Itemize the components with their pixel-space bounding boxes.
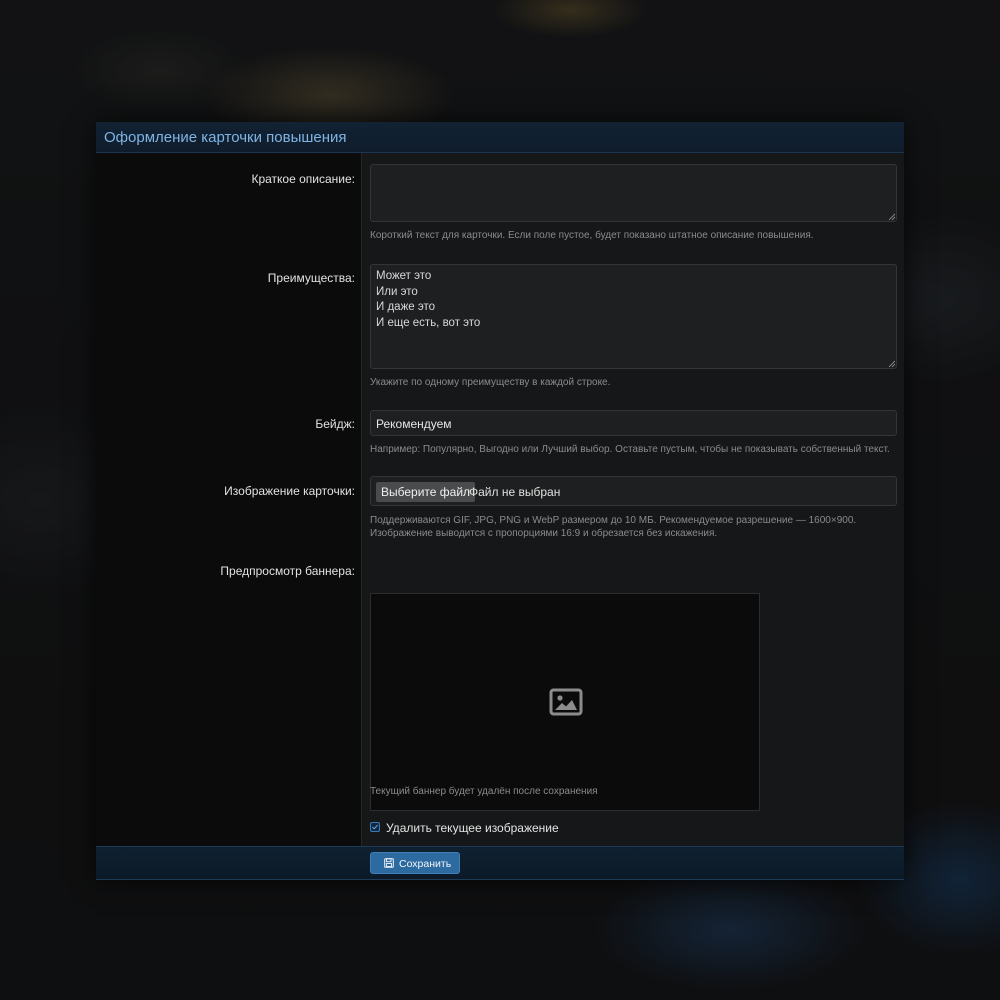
resize-grip-icon[interactable] [888,213,895,220]
card-image-hint-2: Изображение выводится с пропорциями 16:9… [370,528,718,539]
card-image-label: Изображение карточки: [224,484,355,498]
advantages-hint: Укажите по одному преимуществу в каждой … [370,377,611,388]
save-button-label: Сохранить [399,858,452,870]
short-description-value [376,169,891,185]
save-icon [384,858,394,868]
short-description-textarea[interactable] [370,164,897,222]
card-image-hint-1: Поддерживаются GIF, JPG, PNG и WebP разм… [370,515,857,526]
advantages-label: Преимущества: [267,271,355,285]
advantages-textarea[interactable]: Может это Или это И даже это И еще есть,… [370,264,897,369]
short-description-hint: Короткий текст для карточки. Если поле п… [370,230,814,241]
check-icon [372,824,378,830]
advantage-line: Или это [376,285,418,298]
badge-value: Рекомендуем [376,417,452,431]
image-placeholder-icon [549,688,583,716]
choose-file-button[interactable]: Выберите файл [376,482,476,502]
save-button[interactable]: Сохранить [370,852,460,874]
upgrade-card-dialog: Оформление карточки повышения Краткое оп… [96,122,904,880]
delete-image-label[interactable]: Удалить текущее изображение [386,821,559,835]
badge-hint: Например: Популярно, Выгодно или Лучший … [370,444,890,455]
dialog-title: Оформление карточки повышения [104,129,347,146]
resize-grip-icon[interactable] [888,360,895,367]
banner-preview-note: Текущий баннер будет удалён после сохран… [370,786,598,797]
delete-image-checkbox[interactable] [370,822,380,832]
label-column [96,153,362,846]
badge-label: Бейдж: [315,417,355,431]
banner-preview-label: Предпросмотр баннера: [220,564,355,578]
file-status: Файл не выбран [469,485,561,499]
advantage-line: И еще есть, вот это [376,317,481,330]
advantage-line: И даже это [376,301,435,314]
badge-input[interactable]: Рекомендуем [370,410,897,436]
dialog-header: Оформление карточки повышения [96,122,904,153]
card-image-file-input[interactable]: Выберите файл Файл не выбран [370,476,897,506]
advantage-line: Может это [376,270,432,282]
banner-preview [370,593,760,811]
short-description-label: Краткое описание: [251,172,355,186]
dialog-footer: Сохранить [96,846,904,880]
form-body: Краткое описание: Короткий текст для кар… [96,153,904,846]
